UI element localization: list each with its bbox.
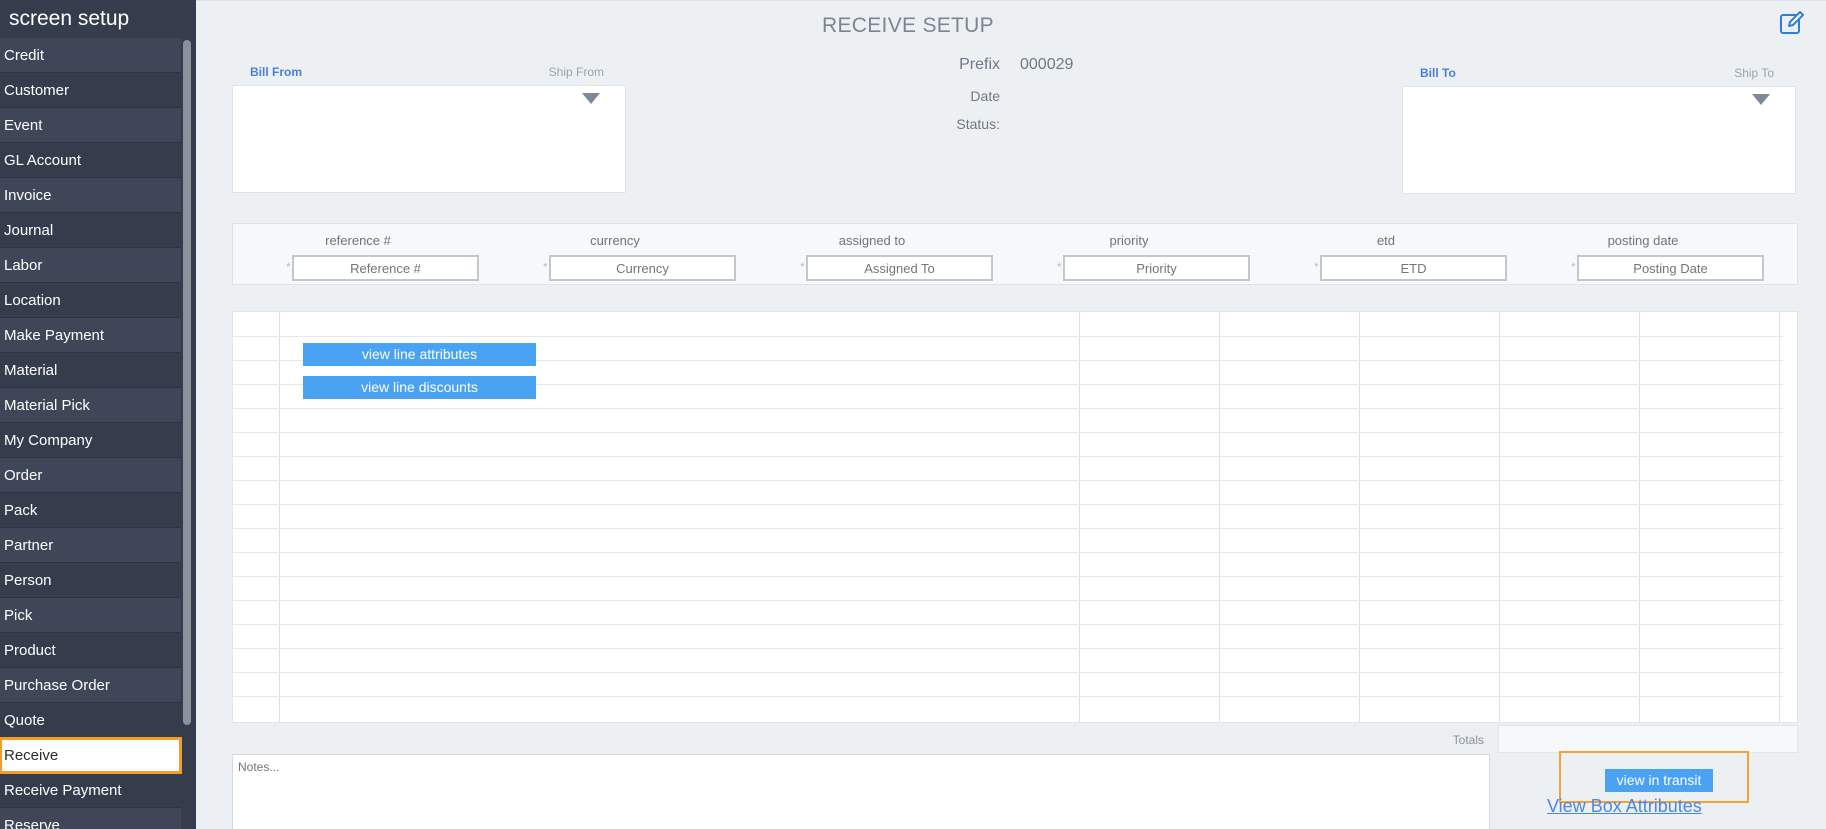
field-reference-label: reference # bbox=[325, 233, 391, 248]
grid-column-divider bbox=[1639, 312, 1640, 722]
sidebar-item-pick[interactable]: Pick bbox=[0, 598, 181, 633]
sidebar-item-gl-account[interactable]: GL Account bbox=[0, 143, 181, 178]
sidebar-item-pack[interactable]: Pack bbox=[0, 493, 181, 528]
prefix-value: 000029 bbox=[1020, 56, 1074, 73]
field-priority-label: priority bbox=[1109, 233, 1149, 248]
grid-row-divider bbox=[233, 672, 1783, 673]
sidebar-item-customer[interactable]: Customer bbox=[0, 73, 181, 108]
sidebar-item-material-pick[interactable]: Material Pick bbox=[0, 388, 181, 423]
grid-row-divider bbox=[233, 648, 1783, 649]
page-title: RECEIVE SETUP bbox=[822, 14, 994, 37]
assigned-to-input[interactable] bbox=[806, 255, 993, 281]
totals-row: Totals bbox=[232, 725, 1798, 753]
field-posting-date-label: posting date bbox=[1607, 233, 1679, 248]
sidebar-item-material[interactable]: Material bbox=[0, 353, 181, 388]
grid-row-divider bbox=[233, 336, 1783, 337]
field-currency-label: currency bbox=[590, 233, 640, 248]
bill-to-dropdown-icon[interactable] bbox=[1752, 94, 1770, 105]
sidebar: screen setup Credit Customer Event GL Ac… bbox=[0, 0, 196, 829]
grid-column-divider bbox=[1079, 312, 1080, 722]
sidebar-item-reserve[interactable]: Reserve bbox=[0, 808, 181, 829]
date-label: Date bbox=[970, 88, 1000, 104]
field-reference: reference # * bbox=[240, 224, 479, 284]
grid-row-divider bbox=[233, 552, 1783, 553]
field-etd: etd * bbox=[1268, 224, 1507, 284]
bill-from-label[interactable]: Bill From bbox=[250, 65, 302, 79]
required-marker: * bbox=[1314, 260, 1319, 274]
view-line-discounts-button[interactable]: view line discounts bbox=[303, 376, 536, 399]
totals-value-box bbox=[1498, 725, 1798, 753]
sidebar-item-labor[interactable]: Labor bbox=[0, 248, 181, 283]
view-box-attributes-link[interactable]: View Box Attributes bbox=[1547, 796, 1702, 817]
totals-label: Totals bbox=[1452, 733, 1484, 747]
grid-row-divider bbox=[233, 696, 1783, 697]
sidebar-item-purchase-order[interactable]: Purchase Order bbox=[0, 668, 181, 703]
sidebar-list: Credit Customer Event GL Account Invoice… bbox=[0, 38, 182, 829]
required-marker: * bbox=[286, 260, 291, 274]
edit-icon[interactable] bbox=[1778, 9, 1806, 37]
sidebar-item-receive-payment[interactable]: Receive Payment bbox=[0, 773, 181, 808]
bill-to-label[interactable]: Bill To bbox=[1420, 66, 1456, 80]
grid-column-divider bbox=[279, 312, 280, 722]
grid-row-divider bbox=[233, 504, 1783, 505]
required-marker: * bbox=[800, 260, 805, 274]
sidebar-item-my-company[interactable]: My Company bbox=[0, 423, 181, 458]
grid-row-divider bbox=[233, 480, 1783, 481]
grid-row-divider bbox=[233, 528, 1783, 529]
grid-row-divider bbox=[233, 456, 1783, 457]
sidebar-item-journal[interactable]: Journal bbox=[0, 213, 181, 248]
ship-to-label[interactable]: Ship To bbox=[1734, 66, 1774, 80]
grid-row-divider bbox=[233, 408, 1783, 409]
bill-to-address-box[interactable] bbox=[1402, 86, 1796, 194]
grid-column-divider bbox=[1359, 312, 1360, 722]
etd-input[interactable] bbox=[1320, 255, 1507, 281]
notes-textarea[interactable] bbox=[232, 754, 1490, 829]
posting-date-input[interactable] bbox=[1577, 255, 1764, 281]
required-marker: * bbox=[543, 260, 548, 274]
sidebar-item-order[interactable]: Order bbox=[0, 458, 181, 493]
field-priority: priority * bbox=[1011, 224, 1250, 284]
currency-input[interactable] bbox=[549, 255, 736, 281]
sidebar-item-person[interactable]: Person bbox=[0, 563, 181, 598]
required-marker: * bbox=[1057, 260, 1062, 274]
field-assigned-to-label: assigned to bbox=[838, 233, 906, 248]
priority-input[interactable] bbox=[1063, 255, 1250, 281]
grid-row-divider bbox=[233, 432, 1783, 433]
field-currency: currency * bbox=[497, 224, 736, 284]
field-etd-label: etd bbox=[1376, 233, 1396, 248]
grid-column-divider bbox=[1499, 312, 1500, 722]
sidebar-item-make-payment[interactable]: Make Payment bbox=[0, 318, 181, 353]
view-in-transit-button[interactable]: view in transit bbox=[1605, 769, 1713, 792]
sidebar-item-credit[interactable]: Credit bbox=[0, 38, 181, 73]
bill-from-dropdown-icon[interactable] bbox=[582, 93, 600, 104]
sidebar-item-invoice[interactable]: Invoice bbox=[0, 178, 181, 213]
required-marker: * bbox=[1571, 260, 1576, 274]
grid-row-divider bbox=[233, 600, 1783, 601]
sidebar-title: screen setup bbox=[9, 7, 130, 30]
status-label: Status: bbox=[956, 116, 1000, 132]
grid-column-divider bbox=[1219, 312, 1220, 722]
sidebar-item-quote[interactable]: Quote bbox=[0, 703, 181, 738]
grid-row-divider bbox=[233, 624, 1783, 625]
grid-row-divider bbox=[233, 576, 1783, 577]
sidebar-item-product[interactable]: Product bbox=[0, 633, 181, 668]
header-fields-panel: reference # * currency * assigned to * p… bbox=[232, 223, 1798, 285]
sidebar-item-event[interactable]: Event bbox=[0, 108, 181, 143]
ship-from-label[interactable]: Ship From bbox=[549, 65, 604, 79]
sidebar-item-partner[interactable]: Partner bbox=[0, 528, 181, 563]
bill-from-address-box[interactable] bbox=[232, 85, 626, 193]
grid-column-divider bbox=[1779, 312, 1780, 722]
sidebar-scrollbar[interactable] bbox=[183, 40, 191, 725]
view-line-attributes-button[interactable]: view line attributes bbox=[303, 343, 536, 366]
prefix-label: Prefix bbox=[959, 56, 1000, 73]
main-content: RECEIVE SETUP Bill From Ship From Prefix… bbox=[196, 0, 1826, 829]
sidebar-item-location[interactable]: Location bbox=[0, 283, 181, 318]
field-assigned-to: assigned to * bbox=[754, 224, 993, 284]
line-items-grid[interactable]: view line attributes view line discounts bbox=[232, 311, 1798, 723]
field-posting-date: posting date * bbox=[1525, 224, 1764, 284]
sidebar-item-receive[interactable]: Receive bbox=[0, 737, 182, 774]
reference-input[interactable] bbox=[292, 255, 479, 281]
